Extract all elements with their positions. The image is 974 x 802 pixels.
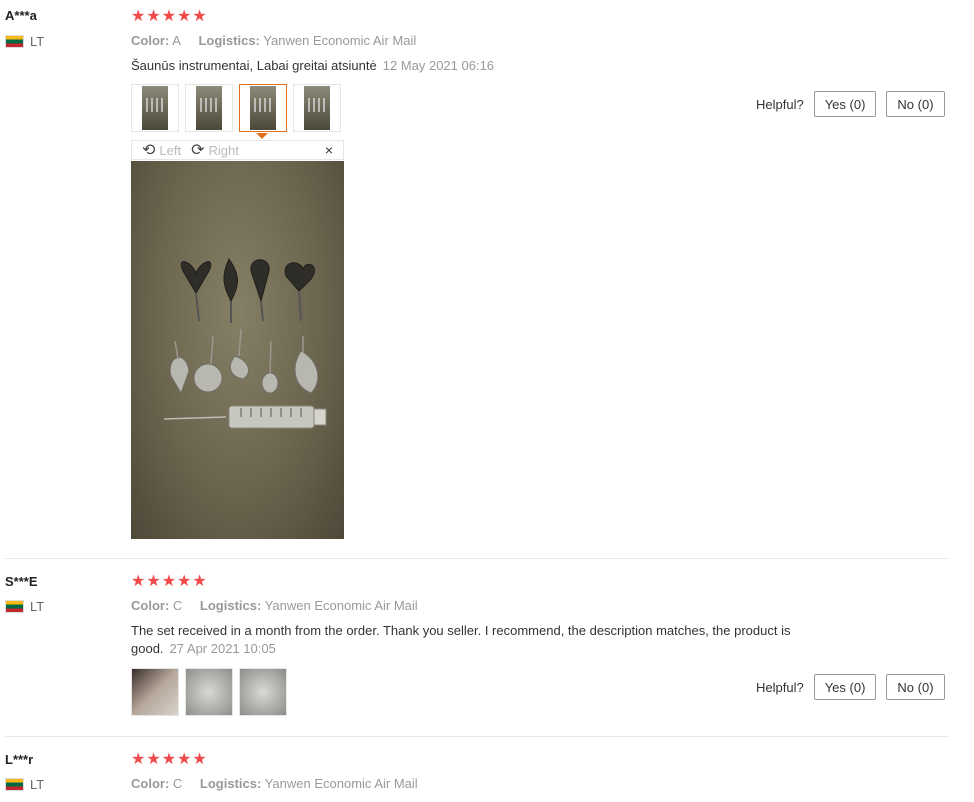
color-label: Color: bbox=[131, 776, 170, 791]
photo-image bbox=[196, 86, 222, 130]
logistics-label: Logistics: bbox=[199, 776, 262, 791]
review-photo-thumb[interactable] bbox=[239, 668, 287, 716]
helpful-yes-button[interactable]: Yes (0) bbox=[813, 91, 877, 117]
reviewer-country: LT bbox=[5, 599, 44, 614]
photo-image bbox=[186, 669, 232, 715]
review-photo-thumb[interactable] bbox=[131, 668, 179, 716]
review-photo-thumb[interactable] bbox=[185, 84, 233, 132]
review-photo-thumb-active[interactable] bbox=[239, 84, 287, 132]
enlarged-review-photo bbox=[131, 161, 344, 539]
helpful-vote: Helpful? Yes (0) No (0) bbox=[756, 674, 945, 700]
review-date: 12 May 2021 06:16 bbox=[382, 58, 495, 73]
helpful-yes-button[interactable]: Yes (0) bbox=[813, 674, 877, 700]
star-icon: ★ bbox=[192, 8, 207, 25]
lithuania-flag-icon bbox=[5, 778, 24, 791]
review-date: 27 Apr 2021 10:05 bbox=[169, 641, 276, 656]
review-photo-thumb[interactable] bbox=[293, 84, 341, 132]
star-rating: ★ ★ ★ ★ ★ bbox=[131, 574, 207, 590]
logistics-value: Yanwen Economic Air Mail bbox=[263, 33, 417, 48]
logistics-value: Yanwen Economic Air Mail bbox=[264, 776, 418, 791]
review-divider bbox=[5, 736, 949, 737]
reviewer-country: LT bbox=[5, 34, 44, 49]
star-icon: ★ bbox=[161, 751, 177, 768]
order-info: Color: A Logistics: Yanwen Economic Air … bbox=[131, 33, 416, 48]
review-photo-thumb[interactable] bbox=[185, 668, 233, 716]
review-divider bbox=[5, 558, 949, 559]
helpful-no-button[interactable]: No (0) bbox=[886, 91, 945, 117]
helpful-vote: Helpful? Yes (0) No (0) bbox=[756, 91, 945, 117]
star-icon: ★ bbox=[146, 8, 161, 25]
star-icon: ★ bbox=[177, 751, 192, 768]
photo-image bbox=[304, 86, 330, 130]
logistics-label: Logistics: bbox=[198, 33, 260, 48]
photo-image bbox=[132, 669, 178, 715]
color-label: Color: bbox=[131, 598, 170, 613]
color-value: A bbox=[172, 33, 181, 48]
star-rating: ★ ★ ★ ★ ★ bbox=[131, 9, 207, 25]
star-icon: ★ bbox=[131, 751, 146, 768]
star-icon: ★ bbox=[131, 8, 146, 25]
star-icon: ★ bbox=[192, 573, 207, 590]
color-label: Color: bbox=[131, 33, 170, 48]
color-value: C bbox=[172, 776, 183, 791]
star-icon: ★ bbox=[177, 573, 192, 590]
star-icon: ★ bbox=[146, 573, 161, 590]
helpful-label: Helpful? bbox=[756, 96, 804, 112]
rotate-right-button[interactable]: Right bbox=[209, 143, 239, 158]
country-code: LT bbox=[30, 34, 45, 49]
rotate-left-icon[interactable]: ⟲ bbox=[142, 140, 155, 160]
star-icon: ★ bbox=[146, 751, 161, 768]
rotate-right-icon[interactable]: ⟳ bbox=[191, 140, 204, 160]
photo-image bbox=[240, 669, 286, 715]
helpful-label: Helpful? bbox=[756, 679, 804, 695]
review-text: The set received in a month from the ord… bbox=[131, 622, 831, 658]
order-info: Color: C Logistics: Yanwen Economic Air … bbox=[131, 776, 418, 791]
star-icon: ★ bbox=[177, 8, 192, 25]
review-photo-thumb[interactable] bbox=[131, 84, 179, 132]
reviewer-name: S***E bbox=[5, 574, 38, 589]
reviewer-name: L***r bbox=[5, 752, 34, 767]
rotate-left-button[interactable]: Left bbox=[159, 143, 181, 158]
photo-image bbox=[250, 86, 276, 130]
star-icon: ★ bbox=[161, 8, 177, 25]
lithuania-flag-icon bbox=[5, 35, 24, 48]
helpful-no-button[interactable]: No (0) bbox=[886, 674, 945, 700]
close-icon[interactable]: × bbox=[325, 142, 333, 158]
logistics-label: Logistics: bbox=[199, 598, 262, 613]
lithuania-flag-icon bbox=[5, 600, 24, 613]
tools-photo-illustration bbox=[163, 258, 327, 429]
review-body: Šaunūs instrumentai, Labai greitai atsiu… bbox=[131, 58, 377, 73]
star-icon: ★ bbox=[161, 573, 177, 590]
active-photo-pointer bbox=[256, 133, 268, 139]
photo-viewer-toolbar: ⟲ Left ⟳ Right × bbox=[131, 140, 344, 160]
logistics-value: Yanwen Economic Air Mail bbox=[264, 598, 418, 613]
photo-image bbox=[142, 86, 168, 130]
country-code: LT bbox=[30, 599, 45, 614]
order-info: Color: C Logistics: Yanwen Economic Air … bbox=[131, 598, 418, 613]
reviewer-name: A***a bbox=[5, 8, 37, 23]
review-photos bbox=[131, 668, 287, 716]
review-text: Šaunūs instrumentai, Labai greitai atsiu… bbox=[131, 57, 831, 75]
star-icon: ★ bbox=[131, 573, 146, 590]
reviewer-country: LT bbox=[5, 777, 44, 792]
star-rating: ★ ★ ★ ★ ★ bbox=[131, 752, 207, 768]
country-code: LT bbox=[30, 777, 45, 792]
color-value: C bbox=[172, 598, 183, 613]
star-icon: ★ bbox=[192, 751, 207, 768]
review-photos bbox=[131, 84, 341, 132]
